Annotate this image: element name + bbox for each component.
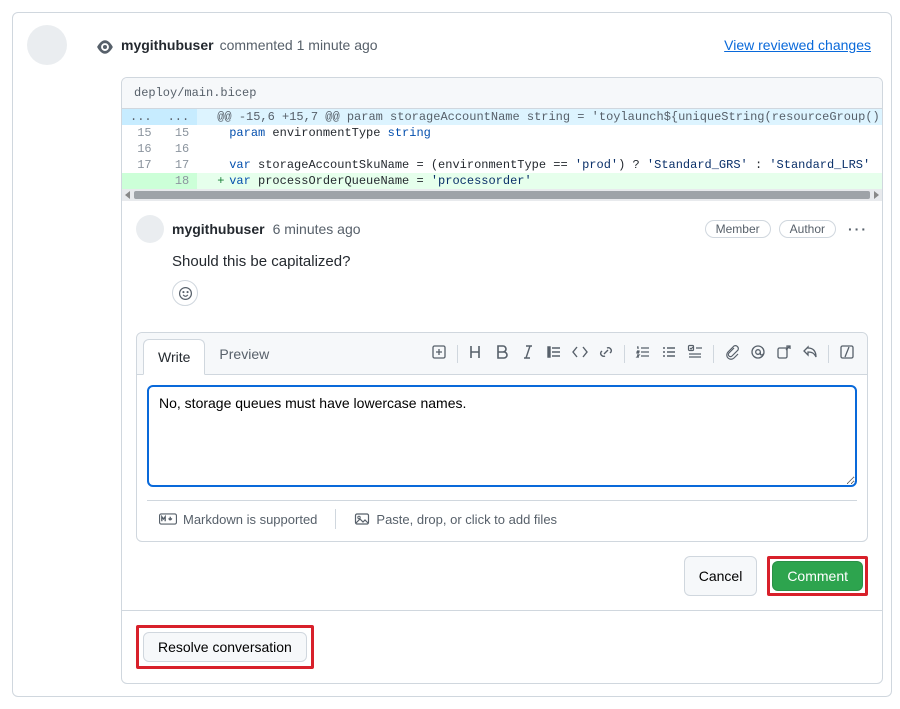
reply-form: Write Preview — [136, 332, 868, 542]
link-icon[interactable] — [598, 344, 614, 363]
mention-icon[interactable] — [750, 344, 766, 363]
heading-icon[interactable] — [468, 344, 484, 363]
reply-footer: Markdown is supported Paste, drop, or cl… — [147, 500, 857, 541]
diff-line: 17 17 var storageAccountSkuName = (envir… — [122, 157, 883, 173]
code-icon[interactable] — [572, 344, 588, 363]
kebab-menu-icon[interactable]: ··· — [848, 221, 868, 237]
bold-icon[interactable] — [494, 344, 510, 363]
saved-replies-icon[interactable] — [802, 344, 818, 363]
view-changes-link[interactable]: View reviewed changes — [724, 37, 871, 53]
avatar[interactable] — [136, 215, 164, 243]
tab-preview[interactable]: Preview — [205, 337, 283, 371]
hunk-header: @@ -15,6 +15,7 @@ param storageAccountNa… — [197, 109, 883, 125]
diff-table: ...... @@ -15,6 +15,7 @@ param storageAc… — [122, 109, 883, 189]
editor-tabs: Write Preview — [137, 333, 867, 375]
horizontal-scrollbar[interactable] — [122, 189, 882, 201]
task-list-icon[interactable] — [687, 344, 703, 363]
suggestion-icon[interactable] — [431, 344, 447, 363]
diff-line: 16 16 — [122, 141, 883, 157]
comment: mygithubuser 6 minutes ago Member Author… — [122, 201, 882, 316]
comment-time[interactable]: 6 minutes ago — [273, 221, 361, 237]
italic-icon[interactable] — [520, 344, 536, 363]
username[interactable]: mygithubuser — [121, 37, 214, 53]
avatar[interactable] — [27, 25, 67, 65]
editor-toolbar — [431, 344, 867, 363]
tab-write[interactable]: Write — [143, 339, 205, 375]
resolve-conversation-button[interactable]: Resolve conversation — [143, 632, 307, 662]
thread-header: mygithubuser commented 1 minute ago View… — [121, 25, 883, 65]
add-reaction-button[interactable] — [172, 280, 198, 306]
author-badge: Author — [779, 220, 836, 238]
attach-files[interactable]: Paste, drop, or click to add files — [354, 511, 557, 527]
action-row: Cancel Comment — [122, 556, 882, 610]
diff-line-added: 18 +var processOrderQueueName = 'process… — [122, 173, 883, 189]
reply-textarea[interactable]: No, storage queues must have lowercase n… — [147, 385, 857, 487]
markdown-supported[interactable]: Markdown is supported — [159, 512, 317, 527]
hunk-header-row: ...... @@ -15,6 +15,7 @@ param storageAc… — [122, 109, 883, 125]
file-path[interactable]: deploy/main.bicep — [122, 78, 882, 109]
comment-status: commented 1 minute ago — [220, 37, 378, 53]
quote-icon[interactable] — [546, 344, 562, 363]
comment-author[interactable]: mygithubuser — [172, 221, 265, 237]
review-thread: mygithubuser commented 1 minute ago View… — [12, 12, 892, 697]
comment-button[interactable]: Comment — [772, 561, 863, 591]
review-box: deploy/main.bicep ...... @@ -15,6 +15,7 … — [121, 77, 883, 684]
comment-body: Should this be capitalized? — [172, 253, 868, 270]
cross-ref-icon[interactable] — [776, 344, 792, 363]
ordered-list-icon[interactable] — [635, 344, 651, 363]
cancel-button[interactable]: Cancel — [684, 556, 758, 596]
expand-icon[interactable] — [839, 344, 855, 363]
unordered-list-icon[interactable] — [661, 344, 677, 363]
member-badge: Member — [705, 220, 771, 238]
attach-icon[interactable] — [724, 344, 740, 363]
diff-line: 15 15 param environmentType string — [122, 125, 883, 141]
eye-icon — [89, 31, 121, 63]
